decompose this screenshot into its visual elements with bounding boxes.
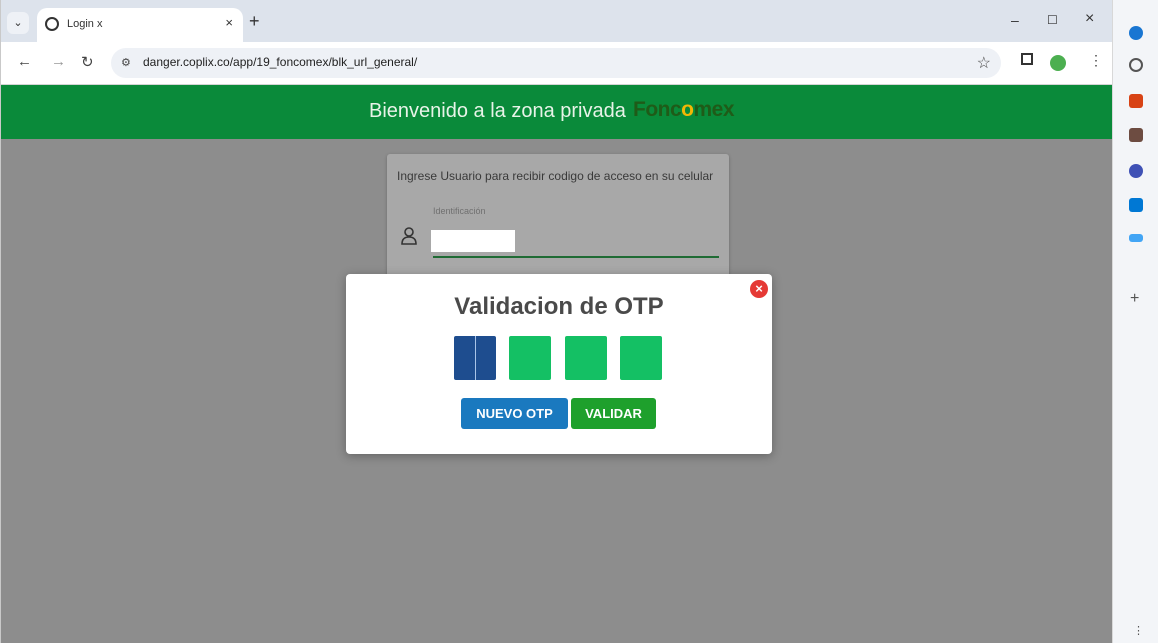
- id-field[interactable]: [431, 230, 515, 252]
- user-icon: [401, 226, 417, 251]
- site-favicon-icon: [45, 17, 59, 31]
- games-icon[interactable]: [1129, 128, 1143, 142]
- edge-sidebar: + ⋮: [1112, 0, 1158, 643]
- minimize-button[interactable]: –: [1011, 12, 1019, 28]
- address-bar[interactable]: ⚙ danger.coplix.co/app/19_foncomex/blk_u…: [111, 48, 1001, 78]
- close-icon[interactable]: ×: [750, 280, 768, 298]
- otp-digit-2[interactable]: [509, 336, 551, 380]
- otp-cursor: [475, 336, 476, 380]
- menu-icon[interactable]: ⋮: [1089, 52, 1103, 69]
- shopping-icon[interactable]: [1129, 94, 1143, 108]
- tab-dropdown-icon[interactable]: ⌄: [7, 12, 29, 34]
- foncomex-logo: Foncomex: [633, 98, 735, 121]
- tab-login[interactable]: Login x ×: [37, 8, 243, 42]
- outlook-icon[interactable]: [1129, 198, 1143, 212]
- office-icon[interactable]: [1129, 164, 1143, 178]
- reload-icon[interactable]: ↻: [81, 53, 94, 71]
- new-tab-button[interactable]: +: [249, 11, 260, 32]
- bookmark-star-icon[interactable]: ☆: [977, 53, 991, 73]
- tab-title: Login x: [67, 18, 103, 30]
- plus-icon[interactable]: +: [1130, 290, 1139, 308]
- browser-window: ⌄ Login x × + – ☐ × ← → ↻ ⚙ danger.copli…: [0, 0, 1113, 643]
- search-icon[interactable]: [1129, 58, 1143, 72]
- site-header: Bienvenido a la zona privada Foncomex: [1, 85, 1113, 139]
- otp-digit-4[interactable]: [620, 336, 662, 380]
- otp-digit-3[interactable]: [565, 336, 607, 380]
- login-card: Ingrese Usuario para recibir codigo de a…: [387, 154, 729, 278]
- otp-modal: Validacion de OTP × NUEVO OTP VALIDAR: [346, 274, 772, 454]
- maximize-button[interactable]: ☐: [1047, 13, 1058, 27]
- back-icon[interactable]: ←: [17, 53, 32, 70]
- site-info-icon[interactable]: ⚙: [121, 56, 131, 69]
- login-prompt: Ingrese Usuario para recibir codigo de a…: [397, 169, 714, 183]
- tools-icon[interactable]: [1129, 234, 1143, 242]
- forward-icon[interactable]: →: [51, 53, 66, 70]
- tab-strip: ⌄ Login x × + – ☐ ×: [1, 0, 1113, 42]
- id-field-label: Identificación: [433, 206, 486, 216]
- tab-close-icon[interactable]: ×: [225, 15, 233, 30]
- id-field-underline: [433, 256, 719, 258]
- sidebar-menu-icon[interactable]: ⋮: [1133, 624, 1144, 637]
- copilot-icon[interactable]: [1129, 26, 1143, 40]
- close-window-button[interactable]: ×: [1085, 10, 1094, 28]
- welcome-text: Bienvenido a la zona privada: [369, 100, 626, 122]
- browser-toolbar: ← → ↻ ⚙ danger.coplix.co/app/19_foncomex…: [1, 42, 1113, 85]
- side-panel-icon[interactable]: [1021, 53, 1033, 65]
- modal-title: Validacion de OTP: [454, 293, 664, 320]
- new-otp-button[interactable]: NUEVO OTP: [461, 398, 568, 429]
- validate-button[interactable]: VALIDAR: [571, 398, 656, 429]
- url-text: danger.coplix.co/app/19_foncomex/blk_url…: [143, 55, 418, 69]
- profile-avatar-icon[interactable]: [1050, 55, 1066, 71]
